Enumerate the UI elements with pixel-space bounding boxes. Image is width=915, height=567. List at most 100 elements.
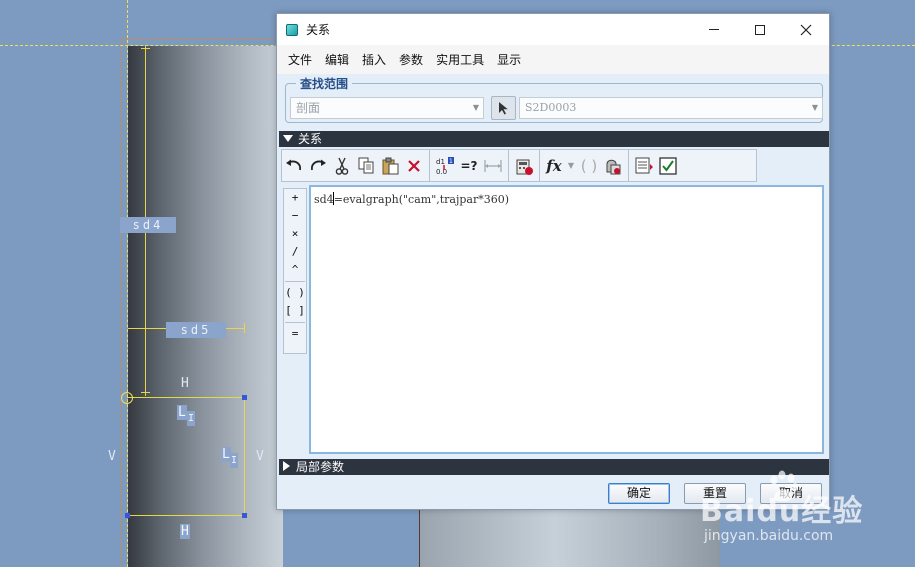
- toolbar-separator: [508, 150, 509, 181]
- close-button[interactable]: [783, 14, 829, 45]
- menu-insert[interactable]: 插入: [362, 51, 386, 68]
- copy-button[interactable]: [354, 153, 378, 179]
- insert-function-button[interactable]: fx: [543, 153, 565, 179]
- parameter-lock-icon: [606, 159, 621, 174]
- relations-section-title: 关系: [298, 132, 323, 146]
- lookup-type-value: 剖面: [296, 101, 321, 115]
- sort-numbers-icon: d1 10.0: [436, 156, 454, 176]
- chevron-down-icon: ▼: [567, 161, 575, 170]
- lookup-item-select[interactable]: S2D0003 ▼: [519, 97, 823, 119]
- paste-button[interactable]: [378, 153, 402, 179]
- menu-utilities[interactable]: 实用工具: [436, 51, 484, 68]
- scissors-icon: [335, 157, 349, 175]
- reset-button[interactable]: 重置: [684, 483, 746, 504]
- redo-button[interactable]: [306, 153, 330, 179]
- undo-icon: [286, 159, 302, 170]
- function-fx-icon: fx: [546, 156, 562, 175]
- sketch-origin-marker[interactable]: [121, 392, 133, 404]
- expand-triangle-icon: [283, 461, 290, 471]
- sketch-right-edge: [244, 397, 245, 516]
- palette-separator: [285, 281, 305, 282]
- sketch-top-edge: [127, 397, 245, 398]
- dimension-sd4-label[interactable]: sd4: [120, 217, 176, 233]
- sketch-bottom-edge: [127, 515, 245, 516]
- toolbar-separator: [539, 150, 540, 181]
- maximize-icon: [755, 24, 765, 35]
- list-document-icon: [635, 157, 653, 173]
- dimension-sd5-label[interactable]: sd5: [166, 322, 226, 338]
- verify-button[interactable]: =?: [457, 153, 481, 179]
- calculator-lock-icon: [516, 159, 533, 175]
- local-params-section-header[interactable]: 局部参数: [279, 459, 829, 475]
- sketch-vertex[interactable]: [125, 513, 130, 518]
- relation-text-before-caret: sd4: [314, 193, 334, 206]
- sketch-vertex[interactable]: [242, 395, 247, 400]
- sd5-extension-line: [244, 323, 245, 333]
- maximize-button[interactable]: [737, 14, 783, 45]
- constraint-vertical-left: V: [108, 449, 116, 464]
- vertical-centerline: [127, 0, 128, 567]
- toolbar-separator: [429, 150, 430, 181]
- chevron-down-icon: ▼: [472, 103, 479, 112]
- minimize-button[interactable]: [691, 14, 737, 45]
- lookup-item-value: S2D0003: [525, 101, 577, 114]
- dialog-title: 关系: [306, 23, 331, 37]
- constraint-length-2-subscript: I: [230, 453, 239, 468]
- select-item-button[interactable]: [491, 96, 516, 120]
- insert-parentheses-button[interactable]: ( ): [577, 153, 601, 179]
- evaluate-button[interactable]: [481, 153, 505, 179]
- paste-icon: [382, 157, 398, 174]
- svg-text:1: 1: [449, 158, 453, 165]
- operator-divide-button[interactable]: /: [284, 243, 306, 261]
- verify-relations-button[interactable]: [656, 153, 680, 179]
- dimension-measure-icon: [484, 159, 502, 172]
- menu-edit[interactable]: 编辑: [325, 51, 349, 68]
- operator-plus-button[interactable]: +: [284, 189, 306, 207]
- parentheses-icon: ( ): [580, 156, 598, 175]
- menu-file[interactable]: 文件: [288, 51, 312, 68]
- constraint-vertical-right: V: [256, 449, 264, 464]
- operator-equals-button[interactable]: =: [284, 325, 306, 343]
- delete-x-icon: [408, 159, 420, 172]
- operator-palette: + − × / ^ ( ) [ ] =: [283, 188, 307, 354]
- relations-editor[interactable]: sd4=evalgraph("cam",trajpar*360): [309, 185, 824, 454]
- function-dropdown-button[interactable]: ▼: [565, 153, 577, 179]
- relations-section-header[interactable]: 关系: [279, 131, 829, 147]
- operator-parentheses-button[interactable]: ( ): [284, 284, 306, 302]
- lookup-type-select[interactable]: 剖面 ▼: [290, 97, 484, 119]
- close-icon: [800, 24, 812, 35]
- show-list-button[interactable]: [632, 153, 656, 179]
- ok-button[interactable]: 确定: [608, 483, 670, 504]
- constraint-length-1: L: [177, 405, 187, 420]
- relation-line[interactable]: sd4=evalgraph("cam",trajpar*360): [314, 192, 509, 206]
- lookup-scope-title: 查找范围: [296, 75, 353, 92]
- operator-brackets-button[interactable]: [ ]: [284, 302, 306, 320]
- menu-display[interactable]: 显示: [497, 51, 521, 68]
- constraint-horizontal-top: H: [181, 376, 189, 391]
- cancel-button[interactable]: 取消: [760, 483, 822, 504]
- sort-relations-button[interactable]: d1 1 0.0: [433, 153, 457, 179]
- operator-minus-button[interactable]: −: [284, 207, 306, 225]
- menu-parameters[interactable]: 参数: [399, 51, 423, 68]
- svg-text:d1: d1: [436, 158, 445, 166]
- undo-button[interactable]: [282, 153, 306, 179]
- lower-cylinder-surface: [420, 508, 720, 567]
- dialog-titlebar[interactable]: 关系: [277, 14, 829, 45]
- chevron-down-icon: ▼: [811, 103, 818, 112]
- app-icon: [286, 23, 298, 36]
- constraint-horizontal-bottom: H: [180, 524, 190, 539]
- operator-power-button[interactable]: ^: [284, 261, 306, 279]
- collapse-triangle-icon: [283, 135, 293, 142]
- delete-button[interactable]: [402, 153, 426, 179]
- menu-bar: 文件 编辑 插入 参数 实用工具 显示: [277, 45, 829, 74]
- local-params-section-title: 局部参数: [296, 460, 345, 474]
- lookup-scope-group: 查找范围 剖面 ▼ S2D0003 ▼: [285, 75, 823, 123]
- operator-multiply-button[interactable]: ×: [284, 225, 306, 243]
- sd4-arrow-bottom: [141, 392, 150, 393]
- svg-text:0.0: 0.0: [436, 168, 447, 176]
- insert-parameter-button[interactable]: [601, 153, 625, 179]
- sketch-vertex[interactable]: [242, 513, 247, 518]
- cut-button[interactable]: [330, 153, 354, 179]
- relation-text-after-caret: =evalgraph("cam",trajpar*360): [333, 193, 510, 206]
- execute-regenerate-button[interactable]: [512, 153, 536, 179]
